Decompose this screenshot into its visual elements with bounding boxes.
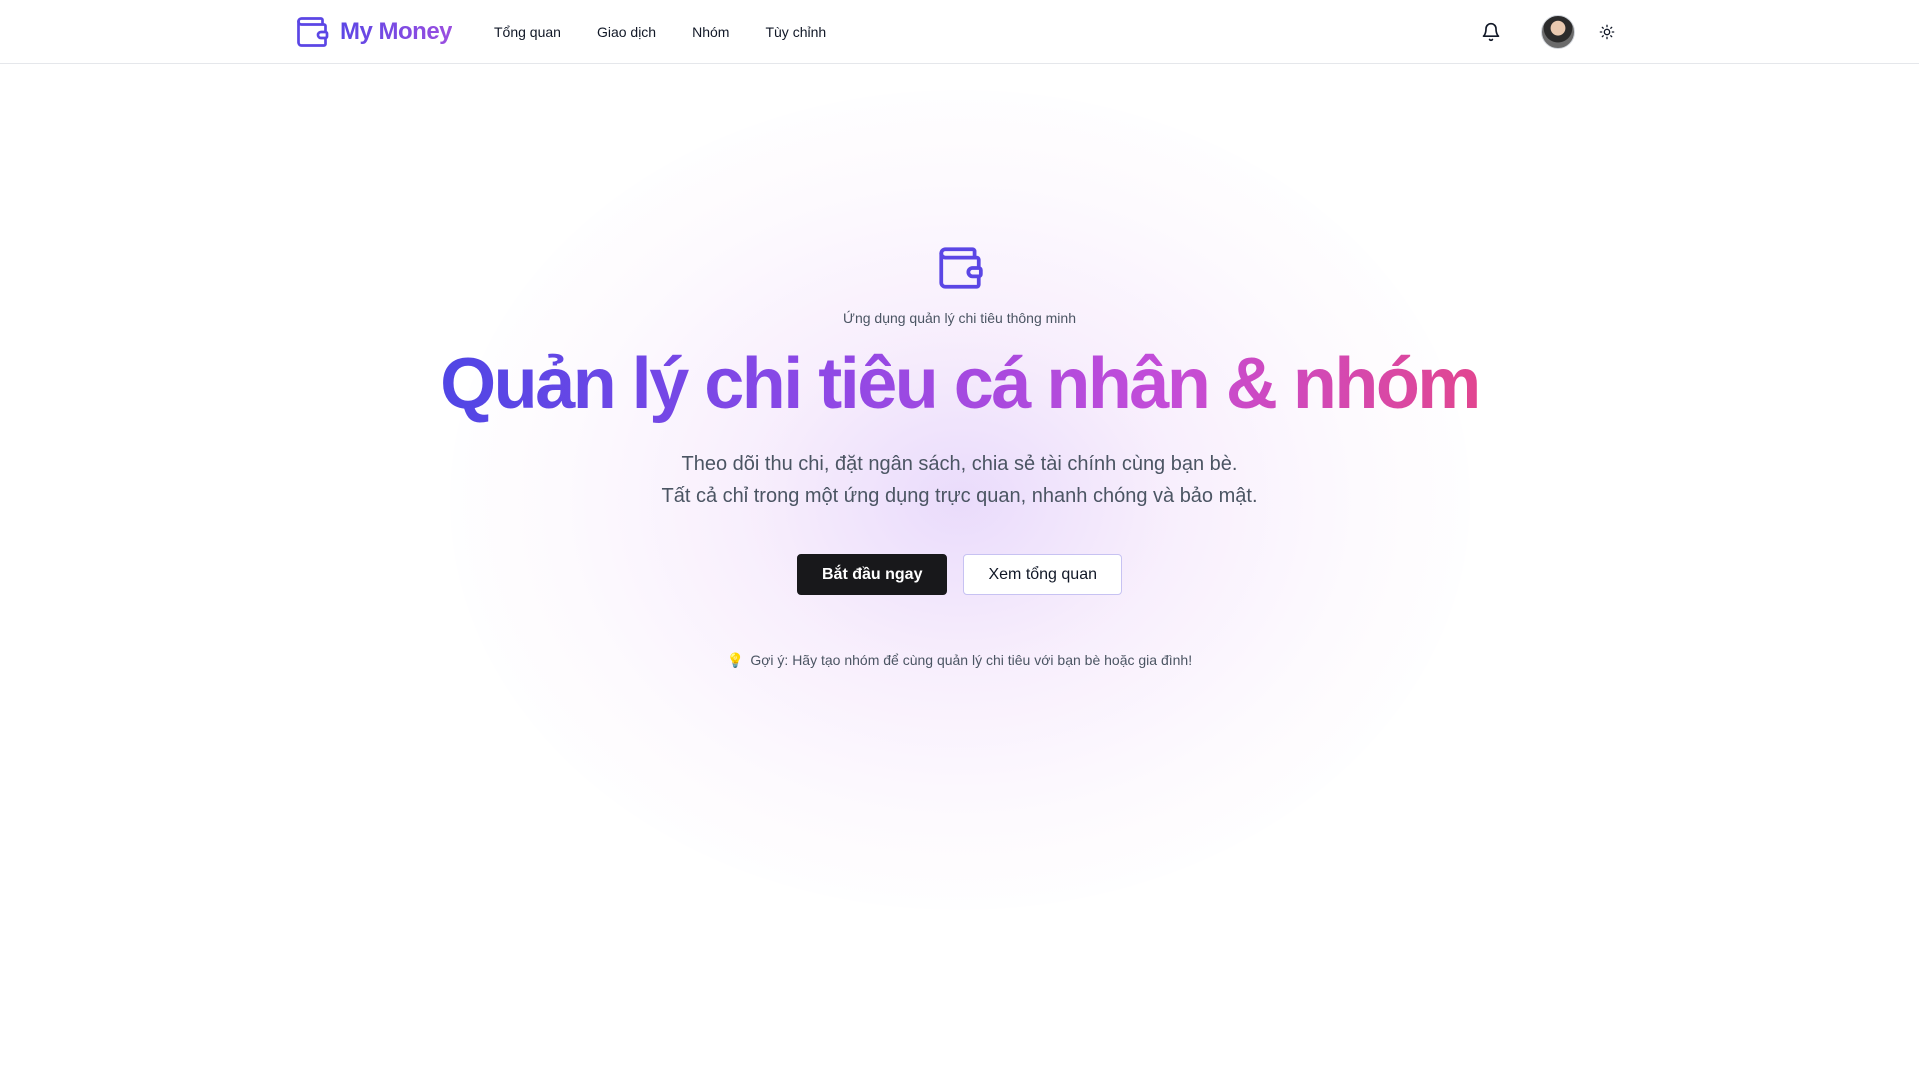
lightbulb-icon: 💡 xyxy=(726,652,745,668)
hero-title: Quản lý chi tiêu cá nhân & nhóm xyxy=(0,338,1919,430)
nav-item-groups[interactable]: Nhóm xyxy=(692,24,729,40)
theme-toggle-button[interactable] xyxy=(1591,16,1623,48)
wallet-icon xyxy=(939,247,983,289)
hint-message: Gợi ý: Hãy tạo nhóm để cùng quản lý chi … xyxy=(750,652,1193,668)
hero-title-text: Quản lý chi tiêu cá nhân & nhóm xyxy=(436,344,1483,424)
hint-text: 💡 Gợi ý: Hãy tạo nhóm để cùng quản lý chi… xyxy=(0,652,1919,669)
hero-subtitle: Theo dõi thu chi, đặt ngân sách, chia sẻ… xyxy=(0,448,1919,512)
hero-eyebrow: Ứng dụng quản lý chi tiêu thông minh xyxy=(842,310,1076,326)
nav-item-settings[interactable]: Tùy chỉnh xyxy=(765,24,826,40)
notifications-button[interactable] xyxy=(1475,16,1507,48)
wallet-icon xyxy=(297,17,329,47)
header-actions xyxy=(1475,0,1623,64)
brand-logo-link[interactable]: My Money xyxy=(294,14,453,50)
user-avatar[interactable] xyxy=(1541,15,1575,49)
nav-item-transactions[interactable]: Giao dịch xyxy=(597,24,656,40)
hero-subtitle-line-1: Theo dõi thu chi, đặt ngân sách, chia sẻ… xyxy=(681,453,1238,475)
get-started-button[interactable]: Bắt đầu ngay xyxy=(797,554,948,595)
hero-actions: Bắt đầu ngay Xem tổng quan xyxy=(0,554,1919,595)
sun-icon xyxy=(1599,24,1615,40)
bell-icon xyxy=(1482,22,1500,42)
nav-item-overview[interactable]: Tổng quan xyxy=(494,24,561,40)
main-nav: Tổng quan Giao dịch Nhóm Tùy chỉnh xyxy=(494,0,826,64)
brand-name: My Money xyxy=(340,14,453,50)
hero-subtitle-line-2: Tất cả chỉ trong một ứng dụng trực quan,… xyxy=(661,485,1258,507)
top-header: My Money Tổng quan Giao dịch Nhóm Tùy ch… xyxy=(0,0,1919,64)
view-overview-button[interactable]: Xem tổng quan xyxy=(963,554,1122,595)
